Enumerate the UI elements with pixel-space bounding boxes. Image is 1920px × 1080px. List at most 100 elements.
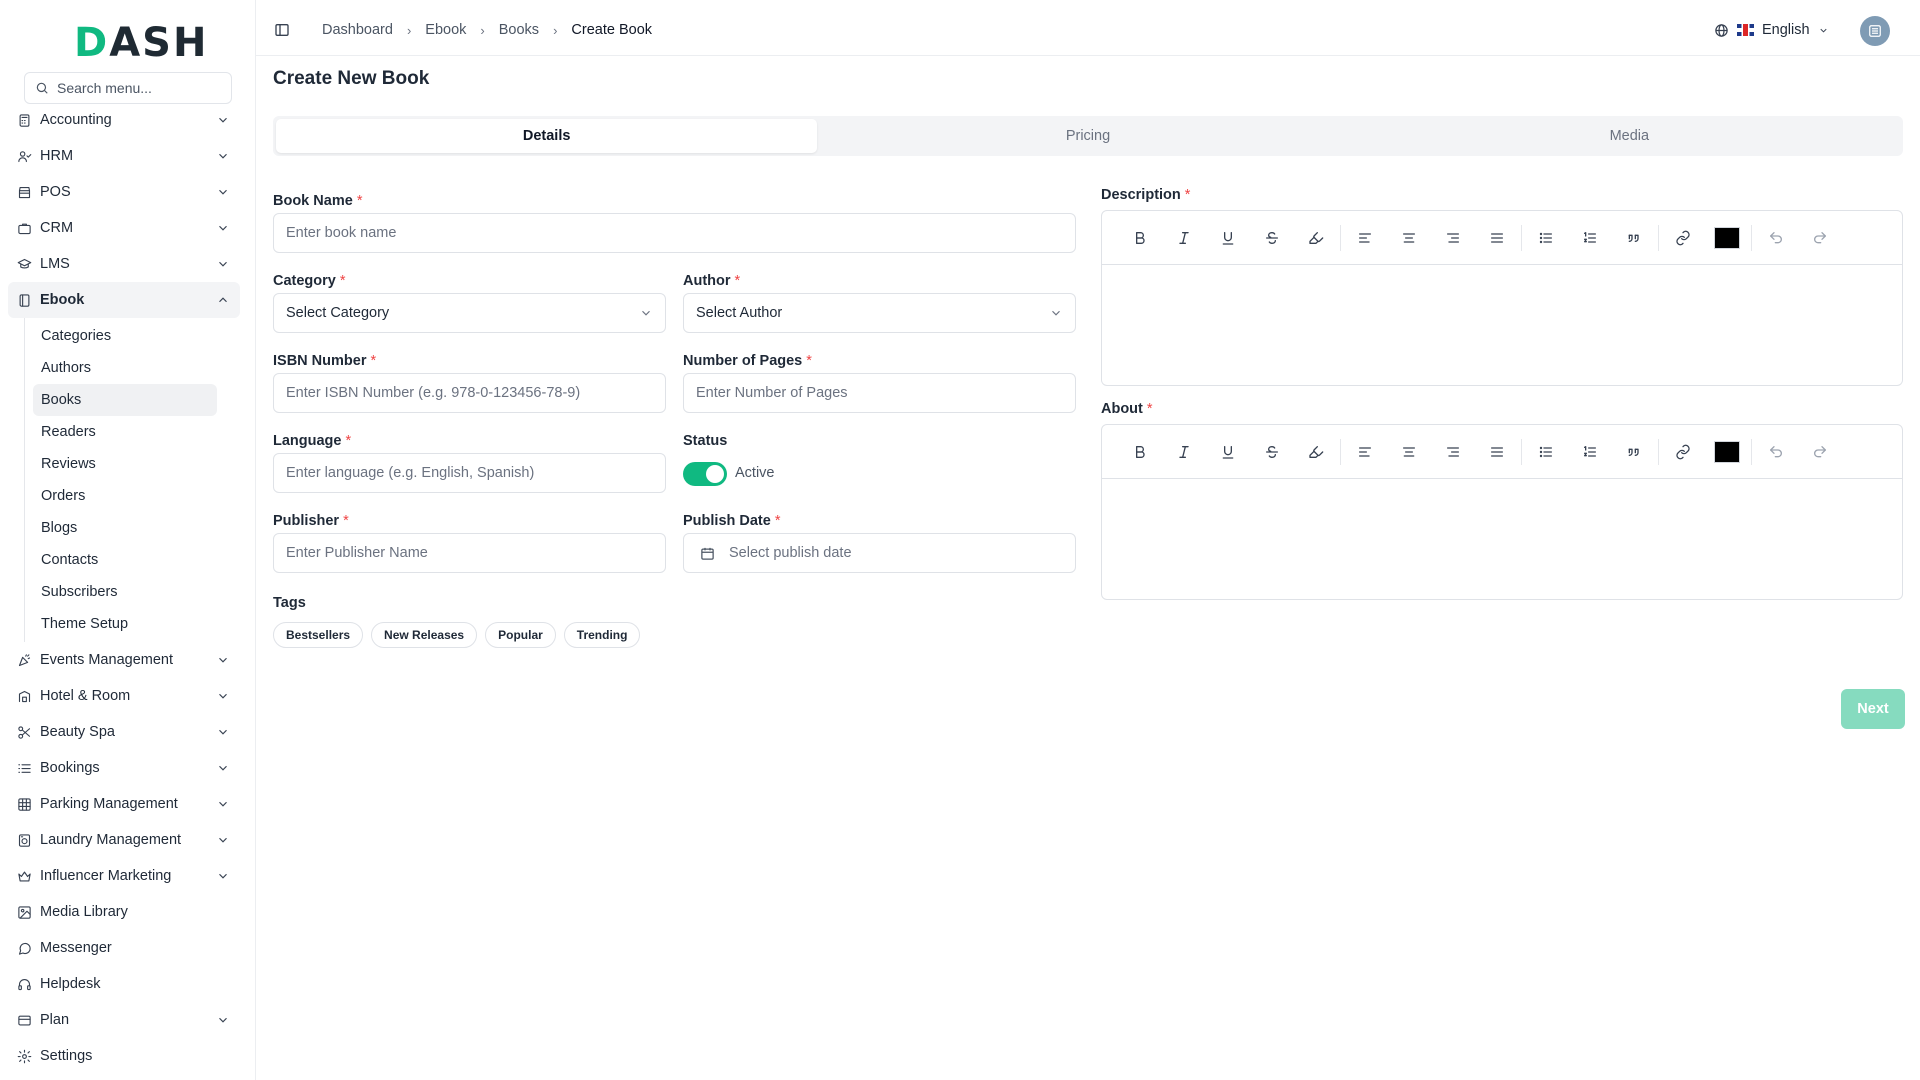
user-avatar[interactable]	[1860, 16, 1890, 46]
tag-chip[interactable]: Popular	[485, 622, 556, 648]
breadcrumb-ebook[interactable]: Ebook	[425, 22, 466, 38]
sidebar-toggle-icon[interactable]	[274, 22, 290, 38]
author-select[interactable]: Select Author	[683, 293, 1076, 333]
chevron-up-icon	[219, 297, 227, 303]
text-color-button[interactable]	[1705, 437, 1749, 467]
underline-button[interactable]	[1206, 437, 1250, 467]
submenu-item-subscribers[interactable]: Subscribers	[33, 576, 217, 608]
align-right-button[interactable]	[1431, 437, 1475, 467]
italic-button[interactable]	[1162, 223, 1206, 253]
tab-details[interactable]: Details	[276, 119, 818, 153]
align-left-button[interactable]	[1343, 437, 1387, 467]
submenu-item-reviews[interactable]: Reviews	[33, 448, 217, 480]
undo-button[interactable]	[1754, 437, 1798, 467]
sidebar-item-helpdesk[interactable]: Helpdesk	[8, 966, 240, 1002]
sidebar-item-bookings[interactable]: Bookings	[8, 750, 240, 786]
align-right-button[interactable]	[1431, 223, 1475, 253]
align-center-button[interactable]	[1387, 437, 1431, 467]
sidebar-item-influencer-marketing[interactable]: Influencer Marketing	[8, 858, 240, 894]
publish-date-input[interactable]	[729, 545, 1067, 561]
sidebar-search[interactable]	[24, 72, 232, 104]
highlight-button[interactable]	[1294, 223, 1338, 253]
language-switcher[interactable]: English	[1714, 22, 1829, 38]
align-center-button[interactable]	[1387, 223, 1431, 253]
strikethrough-button[interactable]	[1250, 437, 1294, 467]
submenu-item-blogs[interactable]: Blogs	[33, 512, 217, 544]
bold-button[interactable]	[1118, 437, 1162, 467]
link-button[interactable]	[1661, 223, 1705, 253]
tab-media[interactable]: Media	[1359, 119, 1900, 153]
submenu-item-categories[interactable]: Categories	[33, 320, 217, 352]
align-left-button[interactable]	[1343, 223, 1387, 253]
submenu-item-authors[interactable]: Authors	[33, 352, 217, 384]
status-toggle[interactable]	[683, 462, 727, 486]
redo-button[interactable]	[1798, 437, 1842, 467]
tag-chip[interactable]: New Releases	[371, 622, 478, 648]
submenu-item-theme-setup[interactable]: Theme Setup	[33, 608, 217, 640]
chevron-right-icon: ›	[553, 22, 558, 38]
redo-button[interactable]	[1798, 223, 1842, 253]
sidebar-item-accounting[interactable]: Accounting	[8, 102, 240, 138]
quote-button[interactable]	[1612, 223, 1656, 253]
submenu-item-contacts[interactable]: Contacts	[33, 544, 217, 576]
publisher-field[interactable]	[273, 533, 666, 573]
submenu-item-orders[interactable]: Orders	[33, 480, 217, 512]
chevron-down-icon	[1819, 28, 1827, 33]
sidebar-item-messenger[interactable]: Messenger	[8, 930, 240, 966]
quote-button[interactable]	[1612, 437, 1656, 467]
book-name-field[interactable]	[273, 213, 1076, 253]
sidebar-item-hotel-and-room[interactable]: Hotel & Room	[8, 678, 240, 714]
align-justify-button[interactable]	[1475, 437, 1519, 467]
link-button[interactable]	[1661, 437, 1705, 467]
tag-chip[interactable]: Trending	[563, 622, 641, 648]
sidebar-item-label: Laundry Management	[40, 832, 182, 848]
sidebar-item-media-library[interactable]: Media Library	[8, 894, 240, 930]
description-editor-body[interactable]	[1102, 265, 1902, 385]
pages-input[interactable]	[696, 385, 1038, 401]
sidebar-item-settings[interactable]: Settings	[8, 1038, 240, 1074]
category-select[interactable]: Select Category	[273, 293, 666, 333]
underline-button[interactable]	[1206, 223, 1250, 253]
language-field[interactable]	[273, 453, 666, 493]
pages-field[interactable]	[683, 373, 1076, 413]
text-color-button[interactable]	[1705, 223, 1749, 253]
about-editor-body[interactable]	[1102, 479, 1902, 599]
bullet-list-button[interactable]	[1524, 223, 1568, 253]
sidebar-item-hrm[interactable]: HRM	[8, 138, 240, 174]
align-justify-button[interactable]	[1475, 223, 1519, 253]
numbered-list-button[interactable]	[1568, 223, 1612, 253]
isbn-field[interactable]	[273, 373, 666, 413]
sidebar-item-pos[interactable]: POS	[8, 174, 240, 210]
submenu-item-readers[interactable]: Readers	[33, 416, 217, 448]
bold-icon	[1136, 445, 1145, 458]
sidebar-item-plan[interactable]: Plan	[8, 1002, 240, 1038]
strikethrough-button[interactable]	[1250, 223, 1294, 253]
tag-chip[interactable]: Bestsellers	[273, 622, 364, 648]
tab-pricing[interactable]: Pricing	[817, 119, 1358, 153]
isbn-input[interactable]	[286, 385, 628, 401]
sidebar-item-laundry-management[interactable]: Laundry Management	[8, 822, 240, 858]
bold-button[interactable]	[1118, 223, 1162, 253]
language-input[interactable]	[286, 465, 628, 481]
highlight-button[interactable]	[1294, 437, 1338, 467]
sidebar-item-crm[interactable]: CRM	[8, 210, 240, 246]
next-button[interactable]: Next	[1841, 689, 1905, 729]
sidebar-item-beauty-spa[interactable]: Beauty Spa	[8, 714, 240, 750]
book-name-input[interactable]	[286, 225, 997, 241]
publish-date-picker[interactable]	[683, 533, 1076, 573]
sidebar-item-ebook[interactable]: Ebook	[8, 282, 240, 318]
numbered-list-button[interactable]	[1568, 437, 1612, 467]
chevron-right-icon: ›	[406, 22, 412, 38]
sidebar-item-parking-management[interactable]: Parking Management	[8, 786, 240, 822]
breadcrumb-dashboard[interactable]: Dashboard	[322, 22, 393, 38]
breadcrumb-books[interactable]: Books	[499, 22, 539, 38]
italic-button[interactable]	[1162, 437, 1206, 467]
brand-logo[interactable]: DASH	[74, 20, 208, 66]
submenu-item-books[interactable]: Books	[33, 384, 217, 416]
undo-button[interactable]	[1754, 223, 1798, 253]
bullet-list-button[interactable]	[1524, 437, 1568, 467]
sidebar-item-events-management[interactable]: Events Management	[8, 642, 240, 678]
search-input[interactable]	[57, 80, 217, 96]
publisher-input[interactable]	[286, 545, 628, 561]
sidebar-item-lms[interactable]: LMS	[8, 246, 240, 282]
